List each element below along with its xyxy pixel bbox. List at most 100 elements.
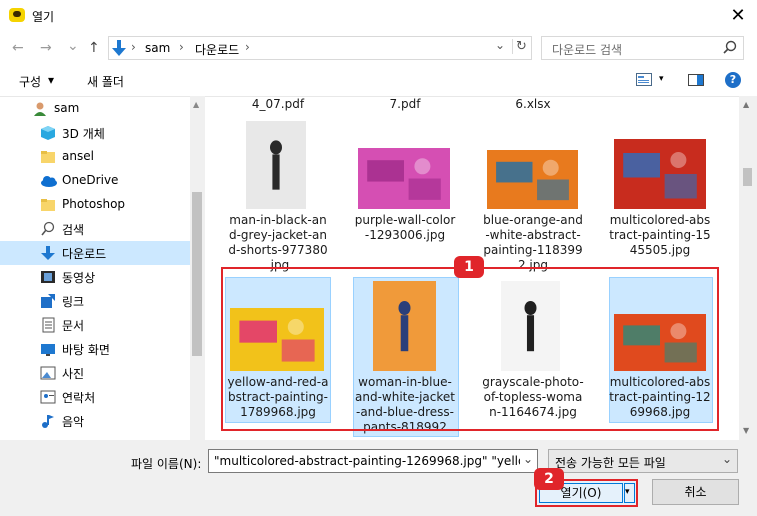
document-icon [40,317,57,333]
breadcrumb-separator[interactable]: › [179,40,184,54]
sidebar-item[interactable]: 동영상 [0,265,190,289]
file-name[interactable]: 45505.jpg [601,243,719,258]
file-thumbnail[interactable] [614,139,706,209]
file-name[interactable]: -white-abstract- [474,228,592,243]
refresh-icon[interactable]: ↻ [512,39,527,54]
file-name[interactable]: 7.pdf [346,97,464,112]
music-icon [40,413,57,428]
sidebar-item-label: 연락처 [62,391,96,405]
user-icon [32,101,49,116]
open-options-button[interactable]: ▾ [624,483,635,503]
sidebar-item-label: ansel [62,149,94,163]
sidebar-item[interactable]: 사진 [0,361,190,385]
file-name[interactable]: multicolored-abs [601,213,719,228]
back-button[interactable]: ← [12,40,24,56]
title-bar [0,0,757,32]
file-thumbnail[interactable] [358,148,450,209]
filename-input[interactable]: "multicolored-abstract-painting-1269968.… [208,449,538,473]
chevron-down-icon[interactable]: ▾ [48,73,54,87]
folder-icon [40,149,57,164]
scrollbar-thumb[interactable] [743,168,752,186]
organize-button[interactable]: 구성 [19,73,41,90]
film-icon [40,269,57,284]
sidebar-item-label: 동영상 [62,271,96,285]
window-title: 열기 [32,10,55,24]
file-name[interactable]: man-in-black-an [219,213,337,228]
filetype-value: 전송 가능한 모든 파일 [555,456,666,470]
sidebar-item-label: 3D 개체 [62,127,105,141]
cancel-button[interactable]: 취소 [652,479,739,505]
sidebar-item[interactable]: 검색 [0,217,190,241]
sidebar-item[interactable]: 3D 개체 [0,121,190,145]
filename-value: "multicolored-abstract-painting-1269968.… [214,454,520,468]
picture-icon [40,365,57,380]
search-icon [40,221,57,236]
contacts-icon [40,389,57,404]
sidebar-item[interactable]: sam [0,97,190,121]
address-dropdown-icon[interactable]: ⌄ [495,38,505,52]
file-thumbnail[interactable] [246,121,306,209]
sidebar-item[interactable]: ansel [0,145,190,169]
sidebar-item-label: sam [54,101,80,115]
breadcrumb-separator[interactable]: › [245,40,250,54]
step-badge-1: 1 [454,256,484,278]
new-folder-button[interactable]: 새 폴더 [87,73,124,90]
desktop-icon [40,341,57,356]
sidebar-item-label: 다운로드 [62,247,107,261]
help-icon[interactable]: ? [725,72,741,88]
sidebar-item[interactable]: OneDrive [0,169,190,193]
sidebar-item-label: OneDrive [62,173,119,187]
sidebar-item-label: 음악 [62,415,85,429]
sidebar-item[interactable]: 다운로드 [0,241,190,265]
cube-icon [40,125,57,140]
folder-icon [40,197,57,212]
sidebar-item[interactable]: 연락처 [0,385,190,409]
file-name[interactable]: painting-118399 [474,243,592,258]
view-options-icon[interactable] [636,73,652,86]
address-bar[interactable]: › sam › 다운로드 › ⌄ ↻ [108,36,532,60]
file-list-scrollbar[interactable]: ▲ ▼ [739,96,756,440]
file-name[interactable]: d-grey-jacket-an [219,228,337,243]
file-name[interactable]: purple-wall-color [346,213,464,228]
file-name[interactable]: -1293006.jpg [346,228,464,243]
file-name[interactable]: d-shorts-977380 [219,243,337,258]
file-name[interactable]: blue-orange-and [474,213,592,228]
breadcrumb-sam[interactable]: sam [145,41,170,55]
cloud-icon [40,173,57,188]
filetype-select[interactable]: 전송 가능한 모든 파일 ⌄ [548,449,738,473]
filename-label: 파일 이름(N): [131,457,202,471]
sidebar-item-label: 검색 [62,223,85,237]
search-box[interactable]: 다운로드 검색 [541,36,744,60]
filename-dropdown-icon[interactable]: ⌄ [523,452,535,466]
sidebar-item[interactable]: 바탕 화면 [0,337,190,361]
sidebar-item-label: 문서 [62,319,85,333]
search-icon [723,40,737,57]
recent-locations-button[interactable]: ⌄ [67,38,79,54]
sidebar-item[interactable]: 문서 [0,313,190,337]
file-thumbnail[interactable] [487,150,578,209]
view-dropdown-icon[interactable]: ▾ [659,74,664,84]
breadcrumb-separator[interactable]: › [131,40,136,54]
download-icon [40,245,57,260]
navigation-scrollbar[interactable]: ▲ [190,96,204,440]
search-input[interactable]: 다운로드 검색 [552,41,622,58]
file-name[interactable]: tract-painting-15 [601,228,719,243]
sidebar-item[interactable]: Photoshop [0,193,190,217]
filetype-dropdown-icon[interactable]: ⌄ [722,452,732,466]
selection-highlight-box [221,267,719,431]
up-button[interactable]: ↑ [88,40,100,56]
sidebar-item[interactable]: 음악 [0,409,190,433]
sidebar-item-label: 바탕 화면 [62,343,110,357]
file-name[interactable]: 6.xlsx [474,97,592,112]
scrollbar-thumb[interactable] [192,192,202,356]
link-icon [40,293,57,308]
breadcrumb-downloads[interactable]: 다운로드 [195,41,239,58]
file-name[interactable]: 4_07.pdf [219,97,337,112]
sidebar-item[interactable]: 링크 [0,289,190,313]
chevron-down-icon: ▾ [625,487,630,497]
forward-button[interactable]: → [40,40,52,56]
sidebar-item-label: 링크 [62,295,85,309]
preview-pane-icon[interactable] [688,74,704,86]
download-arrow-icon [112,39,126,56]
close-button[interactable]: ✕ [722,2,754,30]
